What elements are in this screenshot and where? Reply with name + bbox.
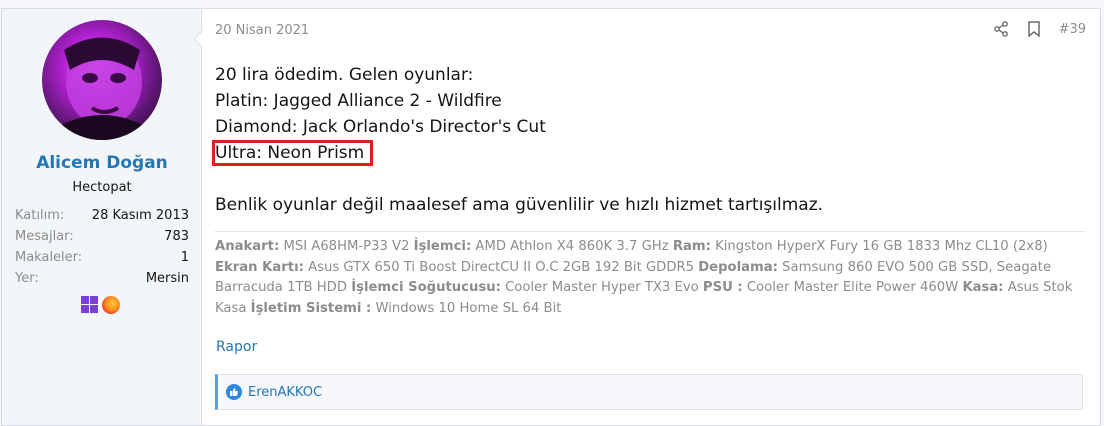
reactions-bar: ErenAKKOC [215,374,1083,410]
signature: Anakart: MSI A68HM-P33 V2 İşlemci: AMD A… [215,231,1085,319]
sig-value: Kingston HyperX Fury 16 GB 1833 Mhz CL10… [710,239,1048,254]
stat-value: 1 [180,250,189,265]
sig-label: Ekran Kartı: [215,259,304,275]
stat-value: 28 Kasım 2013 [91,208,189,223]
message-post: Alicem Doğan Hectopat Katılım: 28 Kasım … [1,8,1101,426]
sig-label: İşletim Sistemi : [250,300,372,316]
like-icon [226,384,242,400]
post-line-highlighted: Ultra: Neon Prism [212,140,823,166]
stat-articles: Makaleler: 1 [15,247,189,268]
sig-label: Anakart: [215,239,280,254]
user-panel: Alicem Doğan Hectopat Katılım: 28 Kasım … [2,9,211,425]
report-link[interactable]: Rapor [216,339,257,355]
stat-value: Mersin [145,271,189,286]
sig-label: Kasa: [962,280,1004,295]
stat-messages: Mesajlar: 783 [15,226,189,247]
post-line: 20 lira ödedim. Gelen oyunlar: [215,65,474,85]
username[interactable]: Alicem Doğan [2,153,202,173]
sig-value: MSI A68HM-P33 V2 [279,239,414,254]
bookmark-icon[interactable] [1027,21,1041,37]
firefox-icon [102,296,120,314]
sig-label: İşlemci Soğutucusu: [351,280,501,295]
sig-value: Asus GTX 650 Ti Boost DirectCU II O.C 2G… [303,259,699,275]
post-line: Diamond: Jack Orlando's Director's Cut [215,117,546,137]
stat-label: Makaleler: [15,250,83,265]
highlight-box: Ultra: Neon Prism [212,140,374,166]
stat-value: 783 [164,229,189,244]
post-line: Platin: Jagged Alliance 2 - Wildfire [215,91,502,111]
sig-label: Depolama: [698,259,778,275]
post-actions: #39 [993,21,1086,37]
user-system-icons [81,296,120,314]
avatar[interactable] [42,20,162,140]
sig-value: AMD Athlon X4 860K 3.7 GHz [471,239,673,254]
post-closing: Benlik oyunlar değil maalesef ama güvenl… [215,195,824,215]
sig-label: PSU : [702,280,743,295]
sig-value: Windows 10 Home SL 64 Bit [371,300,562,316]
share-icon[interactable] [993,21,1009,37]
user-title: Hectopat [72,180,132,195]
user-stats: Katılım: 28 Kasım 2013 Mesajlar: 783 Mak… [15,205,189,289]
sig-value: Cooler Master Hyper TX3 Evo [500,280,703,295]
post-body: 20 lira ödedim. Gelen oyunlar: Platin: J… [212,62,824,218]
reactor-link[interactable]: ErenAKKOC [248,385,322,400]
post-date[interactable]: 20 Nisan 2021 [215,23,309,38]
windows-icon [81,296,98,313]
stat-joined: Katılım: 28 Kasım 2013 [15,205,189,226]
stat-location: Yer: Mersin [15,268,189,289]
sig-label: İşlemci: [413,239,472,254]
sig-label: Ram: [672,239,711,254]
post-number[interactable]: #39 [1059,22,1086,37]
stat-label: Yer: [15,271,39,286]
post-main: 20 Nisan 2021 #39 20 lira ödedim. Gelen … [202,9,1100,425]
stat-label: Katılım: [15,208,65,223]
sig-value: Cooler Master Elite Power 460W [742,280,963,295]
avatar-image [52,37,152,140]
stat-label: Mesajlar: [15,229,74,244]
